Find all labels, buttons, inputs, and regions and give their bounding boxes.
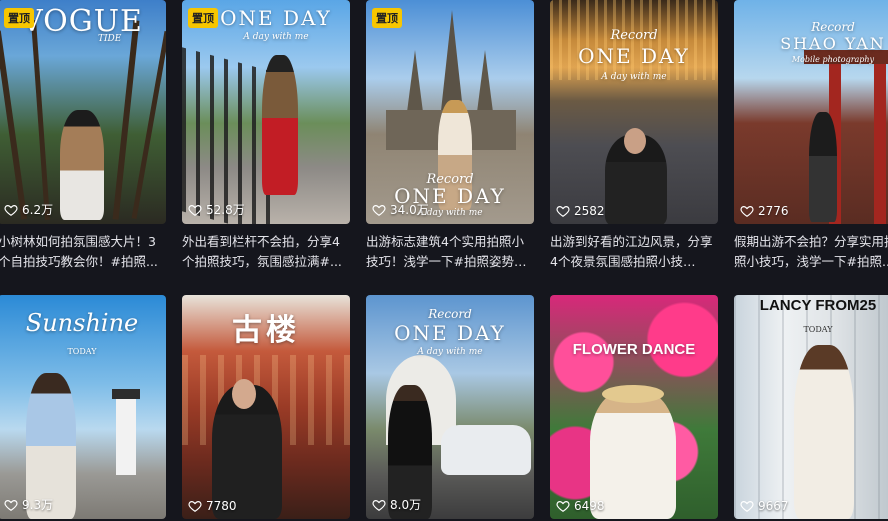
cover-subtext: A day with me: [417, 347, 483, 357]
like-count-value: 7780: [206, 499, 237, 513]
note-card[interactable]: ONE DAY A day with me 置顶 52.8万 外出看到栏杆不会拍…: [182, 0, 350, 272]
note-title[interactable]: 出游标志建筑4个实用拍照小技巧！浅学一下#拍照姿势 #...: [366, 232, 534, 272]
cover-text: ONE DAY: [394, 321, 506, 345]
like-count-value: 6498: [574, 499, 605, 513]
note-card[interactable]: VOGUE TIDE 置顶 6.2万 小树林如何拍氛围感大片！3个自拍技巧教会你…: [0, 0, 166, 272]
heart-icon: [556, 206, 570, 217]
like-count-value: 8.0万: [390, 498, 422, 512]
cover-text: ONE DAY: [578, 44, 690, 68]
pinned-badge: 置顶: [372, 8, 402, 28]
heart-icon: [740, 206, 754, 217]
like-count-value: 34.0万: [390, 203, 429, 217]
heart-icon: [188, 204, 202, 216]
note-card[interactable]: Record SHAO YAN Mobile photography 2776 …: [734, 0, 888, 272]
heart-icon: [4, 499, 18, 511]
note-cover[interactable]: VOGUE TIDE 置顶 6.2万: [0, 0, 166, 224]
pinned-badge: 置顶: [4, 8, 34, 28]
note-title[interactable]: 假期出游不会拍？分享实用拍照小技巧，浅学一下#拍照...: [734, 232, 888, 272]
heart-icon: [188, 501, 202, 512]
note-cover[interactable]: ONE DAY A day with me 置顶 52.8万: [182, 0, 350, 224]
note-cover[interactable]: Record SHAO YAN Mobile photography 2776: [734, 0, 888, 224]
cover-script: Record: [428, 307, 472, 321]
like-count[interactable]: 52.8万: [188, 201, 245, 218]
note-cover[interactable]: Record ONE DAY A day with me 置顶 34.0万: [366, 0, 534, 224]
heart-icon: [740, 501, 754, 512]
cover-subtext: TODAY: [803, 325, 833, 334]
cover-text: FLOWER DANCE: [572, 341, 696, 358]
cover-text: ONE DAY: [220, 6, 332, 30]
note-cover[interactable]: Record ONE DAY A day with me 2582: [550, 0, 718, 224]
cover-text: Sunshine: [25, 309, 139, 337]
like-count[interactable]: 34.0万: [372, 201, 429, 218]
like-count[interactable]: 2582: [556, 204, 605, 218]
like-count[interactable]: 9667: [740, 499, 789, 513]
like-count-value: 9.3万: [22, 498, 54, 512]
like-count-value: 2776: [758, 204, 789, 218]
cover-subtext: A day with me: [601, 72, 667, 82]
note-card[interactable]: Sunshine TODAY 9.3万: [0, 295, 166, 519]
heart-icon: [372, 204, 386, 216]
like-count[interactable]: 8.0万: [372, 496, 421, 513]
like-count[interactable]: 7780: [188, 499, 237, 513]
cover-subtext: A day with me: [243, 32, 309, 42]
note-grid: VOGUE TIDE 置顶 6.2万 小树林如何拍氛围感大片！3个自拍技巧教会你…: [0, 0, 888, 519]
note-cover[interactable]: Sunshine TODAY 9.3万: [0, 295, 166, 519]
heart-icon: [556, 501, 570, 512]
like-count[interactable]: 9.3万: [4, 496, 53, 513]
cover-text: 古楼: [232, 313, 300, 348]
cover-script: Record: [811, 20, 855, 34]
note-card[interactable]: 古楼 7780: [182, 295, 350, 519]
note-cover[interactable]: FLOWER DANCE 6498: [550, 295, 718, 519]
cover-text: SHAO YAN: [780, 34, 886, 53]
like-count[interactable]: 6498: [556, 499, 605, 513]
note-cover[interactable]: 古楼 7780: [182, 295, 350, 519]
note-cover[interactable]: LANCY FROM25 TODAY 9667: [734, 295, 888, 519]
note-title[interactable]: 小树林如何拍氛围感大片！3个自拍技巧教会你！#拍照...: [0, 232, 166, 272]
note-card[interactable]: FLOWER DANCE 6498: [550, 295, 718, 519]
cover-subtext: TIDE: [98, 34, 122, 44]
like-count-value: 52.8万: [206, 203, 245, 217]
like-count[interactable]: 6.2万: [4, 201, 53, 218]
cover-text: LANCY FROM25: [759, 297, 877, 314]
note-card[interactable]: Record ONE DAY A day with me 8.0万: [366, 295, 534, 519]
like-count-value: 9667: [758, 499, 789, 513]
like-count-value: 2582: [574, 204, 605, 218]
note-card[interactable]: Record ONE DAY A day with me 置顶 34.0万 出游…: [366, 0, 534, 272]
cover-subtext: Mobile photography: [791, 55, 875, 64]
heart-icon: [4, 204, 18, 216]
cover-subtext: TODAY: [67, 347, 97, 356]
note-card[interactable]: Record ONE DAY A day with me 2582 出游到好看的…: [550, 0, 718, 272]
note-title[interactable]: 出游到好看的江边风景，分享4个夜景氛围感拍照小技巧，...: [550, 232, 718, 272]
note-card[interactable]: LANCY FROM25 TODAY 9667: [734, 295, 888, 519]
like-count-value: 6.2万: [22, 203, 54, 217]
note-title[interactable]: 外出看到栏杆不会拍，分享4个拍照技巧，氛围感拉满#...: [182, 232, 350, 272]
like-count[interactable]: 2776: [740, 204, 789, 218]
cover-script: Record: [610, 28, 658, 43]
note-cover[interactable]: Record ONE DAY A day with me 8.0万: [366, 295, 534, 519]
heart-icon: [372, 499, 386, 511]
pinned-badge: 置顶: [188, 8, 218, 28]
